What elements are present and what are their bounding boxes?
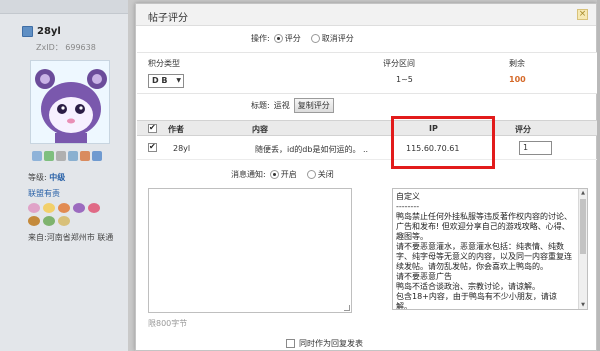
notify-on-option[interactable]: 开启 (269, 169, 297, 180)
username-row: 28yl (22, 26, 61, 37)
col-author: 作者 (168, 125, 184, 134)
email-icon[interactable] (68, 151, 78, 161)
message-byte-limit: 限800字节 (148, 319, 188, 328)
select-all-checkbox[interactable] (148, 123, 157, 133)
notify-on-label: 开启 (280, 170, 297, 179)
resize-grip-icon[interactable] (344, 305, 350, 311)
level-value[interactable]: 中级 (49, 173, 65, 182)
medal-icon[interactable] (28, 216, 40, 226)
user-profile-panel: 28yl ZxID： 699638 等级: 中级 联盟有责 来自:河南省郑州市 … (0, 0, 128, 351)
user-level: 等级: 中级 (28, 172, 65, 183)
table-header: 作者 内容 IP 评分 (137, 120, 597, 136)
medal-icon[interactable] (28, 203, 40, 213)
operation-row: 操作: 评分 取消评分 (251, 33, 360, 44)
avatar[interactable] (30, 60, 110, 144)
medal-icon[interactable] (58, 203, 70, 213)
level-label: 等级: (28, 173, 47, 182)
rules-scrollbar[interactable]: ▲ ▼ (578, 189, 587, 309)
message-icon[interactable] (32, 151, 42, 161)
medal-icon[interactable] (43, 203, 55, 213)
scroll-down-icon[interactable]: ▼ (579, 301, 587, 309)
medal-icon[interactable] (73, 203, 85, 213)
online-status-icon (22, 26, 33, 37)
operation-rate-option[interactable]: 评分 (273, 33, 301, 44)
score-type-select[interactable]: D B (148, 74, 184, 88)
operation-cancel-label: 取消评分 (321, 34, 354, 43)
radio-cancel-rate[interactable] (310, 34, 320, 43)
score-type-value: D B (152, 76, 168, 85)
notify-row: 消息通知: 开启 关闭 (231, 169, 340, 180)
reply-option-row: 同时作为回复发表 (286, 338, 363, 349)
remain-value: 100 (509, 75, 526, 84)
profile-icon[interactable] (56, 151, 66, 161)
copy-score-button[interactable]: 复制评分 (293, 98, 334, 113)
reply-option-label: 同时作为回复发表 (299, 339, 363, 348)
scroll-up-icon[interactable]: ▲ (579, 189, 587, 197)
user-location: 来自:河南省郑州市 联通 (28, 233, 114, 242)
rate-post-dialog: 帖子评分 × 操作: 评分 取消评分 积分类型 评分区间 剩余 D B 1~5 … (135, 3, 597, 351)
medal-icon[interactable] (58, 216, 70, 226)
score-settings: 积分类型 评分区间 剩余 D B 1~5 100 (137, 52, 597, 94)
avatar-creature-icon (31, 61, 109, 143)
operation-label: 操作: (251, 34, 270, 43)
avatar-user-icon[interactable] (92, 151, 102, 161)
col-content: 内容 (252, 125, 268, 134)
reason-label: 标题: (251, 101, 270, 110)
row-author[interactable]: 28yl (173, 144, 190, 153)
rating-table: 作者 内容 IP 评分 28yl 随便丢，id的db是如何运的。 .. 115.… (137, 120, 597, 164)
user-group[interactable]: 联盟有责 (28, 188, 60, 199)
notify-off-label: 关闭 (317, 170, 334, 179)
medals-list (28, 203, 104, 226)
table-row: 28yl 随便丢，id的db是如何运的。 .. 115.60.70.61 1 (137, 138, 597, 160)
block-icon[interactable] (80, 151, 90, 161)
radio-rate[interactable] (273, 34, 283, 43)
username[interactable]: 28yl (37, 26, 61, 37)
dialog-header: 帖子评分 × (136, 4, 596, 26)
col-score: 评分 (515, 125, 531, 134)
reason-row: 标题: 运视 复制评分 (251, 98, 334, 113)
row-checkbox[interactable] (148, 142, 157, 152)
notify-label: 消息通知: (231, 170, 266, 179)
message-textarea[interactable] (148, 188, 352, 313)
row-content: 随便丢，id的db是如何运的。 .. (255, 145, 369, 154)
notify-off-option[interactable]: 关闭 (306, 169, 334, 180)
reply-checkbox[interactable] (286, 339, 295, 348)
medal-icon[interactable] (43, 216, 55, 226)
dialog-title: 帖子评分 (148, 13, 188, 24)
score-input-value: 1 (523, 143, 529, 152)
remain-header: 剩余 (509, 59, 525, 68)
rules-text: 自定义 -------- 鸭岛禁止任何外挂私服等违反著作权内容的讨论、广告和发布… (396, 192, 572, 310)
user-id: ZxID： 699638 (36, 43, 96, 52)
operation-cancel-option[interactable]: 取消评分 (310, 33, 354, 44)
medal-icon[interactable] (88, 203, 100, 213)
radio-notify-off[interactable] (306, 170, 316, 179)
radio-notify-on[interactable] (269, 170, 279, 179)
ip-highlight-box (391, 116, 495, 169)
score-input[interactable]: 1 (519, 141, 552, 155)
close-icon[interactable]: × (577, 9, 588, 20)
score-type-header: 积分类型 (148, 59, 180, 68)
reason-value: 运视 (273, 101, 290, 110)
profile-panel-top (0, 0, 128, 14)
profile-actions (32, 151, 102, 161)
scroll-thumb[interactable] (580, 199, 586, 254)
operation-rate-label: 评分 (284, 34, 301, 43)
score-range-value: 1~5 (396, 75, 413, 84)
score-range-header: 评分区间 (383, 59, 415, 68)
reason-rules-box[interactable]: 自定义 -------- 鸭岛禁止任何外挂私服等违反著作权内容的讨论、广告和发布… (392, 188, 588, 310)
add-friend-icon[interactable] (44, 151, 54, 161)
